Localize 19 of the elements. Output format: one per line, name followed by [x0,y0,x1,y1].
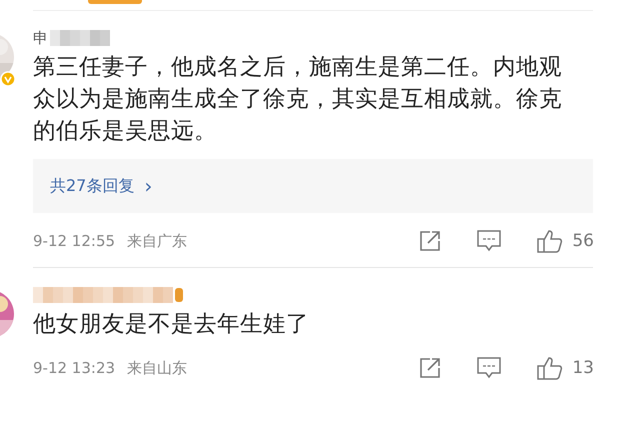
comment-icon[interactable] [477,357,502,379]
replies-link[interactable]: 共27条回复 › [33,159,593,213]
comment-text: 他女朋友是不是去年生娃了 [33,310,310,339]
comment-text: 第三任妻子，他成名之后，施南生是第二任。内地观众以为是施南生成全了徐克，其实是互相成就。徐克的伯乐是吴思远。 [33,53,563,146]
share-icon[interactable] [419,230,442,252]
share-icon[interactable] [419,357,442,379]
drag-handle[interactable] [88,0,142,4]
thumbs-up-icon[interactable] [537,356,564,380]
thumbs-up-icon[interactable] [537,229,564,253]
timestamp: 9-12 12:55 [33,232,116,250]
like-count: 13 [572,358,594,378]
comment-icon[interactable] [477,230,502,252]
timestamp: 9-12 13:23 [33,359,116,377]
username[interactable]: 申 [33,28,48,48]
location-label: 来自广东 [127,232,188,250]
location-label: 来自山东 [127,358,188,378]
medal-icon [175,288,183,302]
blurred-name [50,30,110,46]
like-count: 56 [572,231,594,251]
